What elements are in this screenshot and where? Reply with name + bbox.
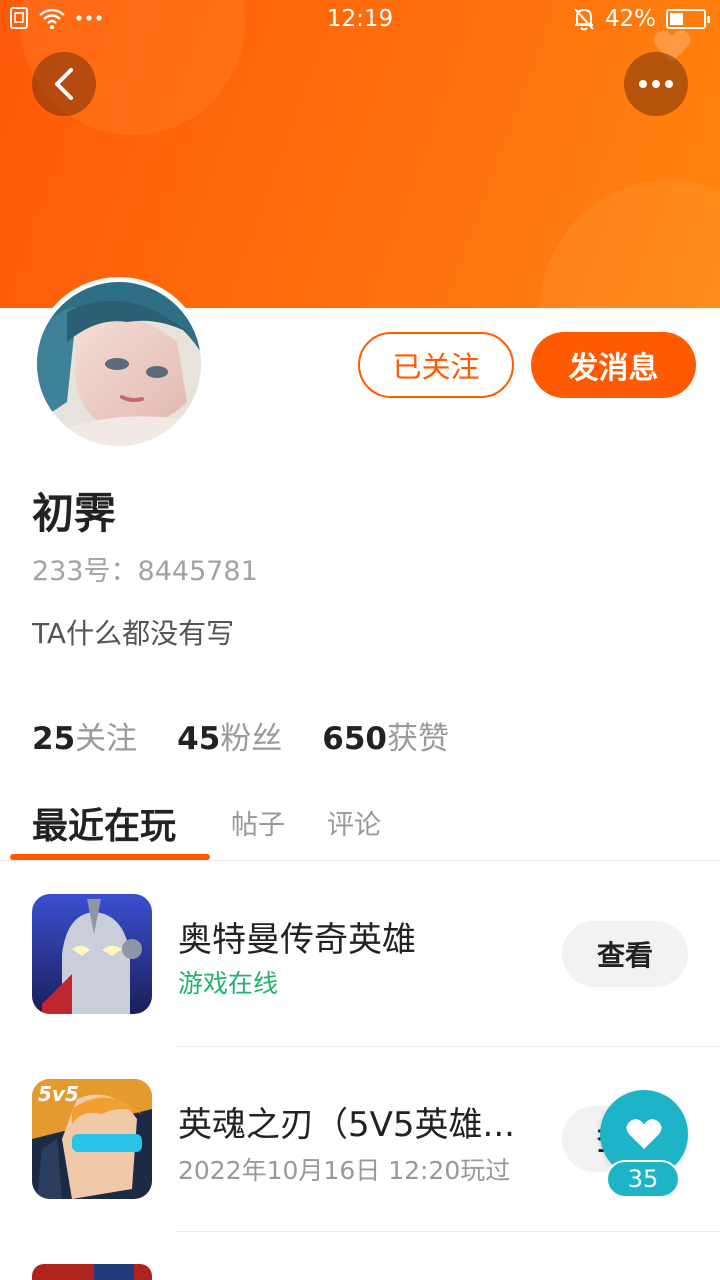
stat-followers[interactable]: 45 粉丝 xyxy=(177,713,282,758)
user-id: 233号：8445781 xyxy=(32,556,258,587)
stat-following[interactable]: 25 关注 xyxy=(32,713,137,758)
tab-posts[interactable]: 帖子 xyxy=(231,803,285,842)
send-message-button[interactable]: 发消息 xyxy=(531,332,696,398)
avatar[interactable] xyxy=(32,277,206,451)
stat-label: 关注 xyxy=(75,721,138,757)
ultraman-game-icon xyxy=(32,894,152,1014)
game-title: 奥特曼传奇英雄 xyxy=(178,920,416,960)
user-bio: TA什么都没有写 xyxy=(32,617,235,650)
game-icon: 5v5 xyxy=(32,1079,152,1199)
battery-fill xyxy=(670,13,683,25)
following-button[interactable]: 已关注 xyxy=(358,332,514,398)
stat-number: 650 xyxy=(322,721,387,757)
game-last-played: 2022年10月16日 12:20玩过 xyxy=(178,1156,511,1185)
list-item[interactable]: 奥特曼传奇英雄 游戏在线 查看 xyxy=(0,862,720,1048)
hero-blade-game-icon: 5v5 xyxy=(32,1079,152,1199)
stat-label: 获赞 xyxy=(387,721,449,757)
like-count: 35 xyxy=(606,1160,680,1198)
user-name: 初霁 xyxy=(32,489,117,538)
banner-decoration xyxy=(540,180,720,308)
battery-percent: 42% xyxy=(604,6,656,32)
game-icon xyxy=(32,894,152,1014)
chevron-left-icon xyxy=(55,68,73,100)
profile-stats: 25 关注 45 粉丝 650 获赞 xyxy=(32,713,489,758)
more-horizontal-icon xyxy=(639,80,673,88)
svg-text:5v5: 5v5 xyxy=(38,1082,79,1106)
mute-bell-icon xyxy=(574,8,594,31)
divider xyxy=(176,1231,720,1232)
view-button[interactable]: 查看 xyxy=(562,921,688,987)
game-status: 游戏在线 xyxy=(178,969,279,998)
status-bar: 12:19 42% xyxy=(0,0,720,38)
heart-icon xyxy=(626,1119,662,1150)
tab-recently-played[interactable]: 最近在玩 xyxy=(32,797,176,849)
divider xyxy=(0,860,720,861)
profile-header-banner: 12:19 42% xyxy=(0,0,720,308)
game-icon xyxy=(32,1264,152,1280)
back-button[interactable] xyxy=(32,52,96,116)
stat-number: 25 xyxy=(32,721,76,757)
battery-icon xyxy=(666,9,710,29)
tab-comments[interactable]: 评论 xyxy=(327,803,381,842)
more-options-button[interactable] xyxy=(624,52,688,116)
stat-number: 45 xyxy=(177,721,221,757)
stat-label: 粉丝 xyxy=(220,721,283,757)
avatar-image xyxy=(37,282,201,446)
game-title: 英魂之刃（5V5英雄... xyxy=(178,1105,515,1145)
stat-likes[interactable]: 650 获赞 xyxy=(322,713,449,758)
